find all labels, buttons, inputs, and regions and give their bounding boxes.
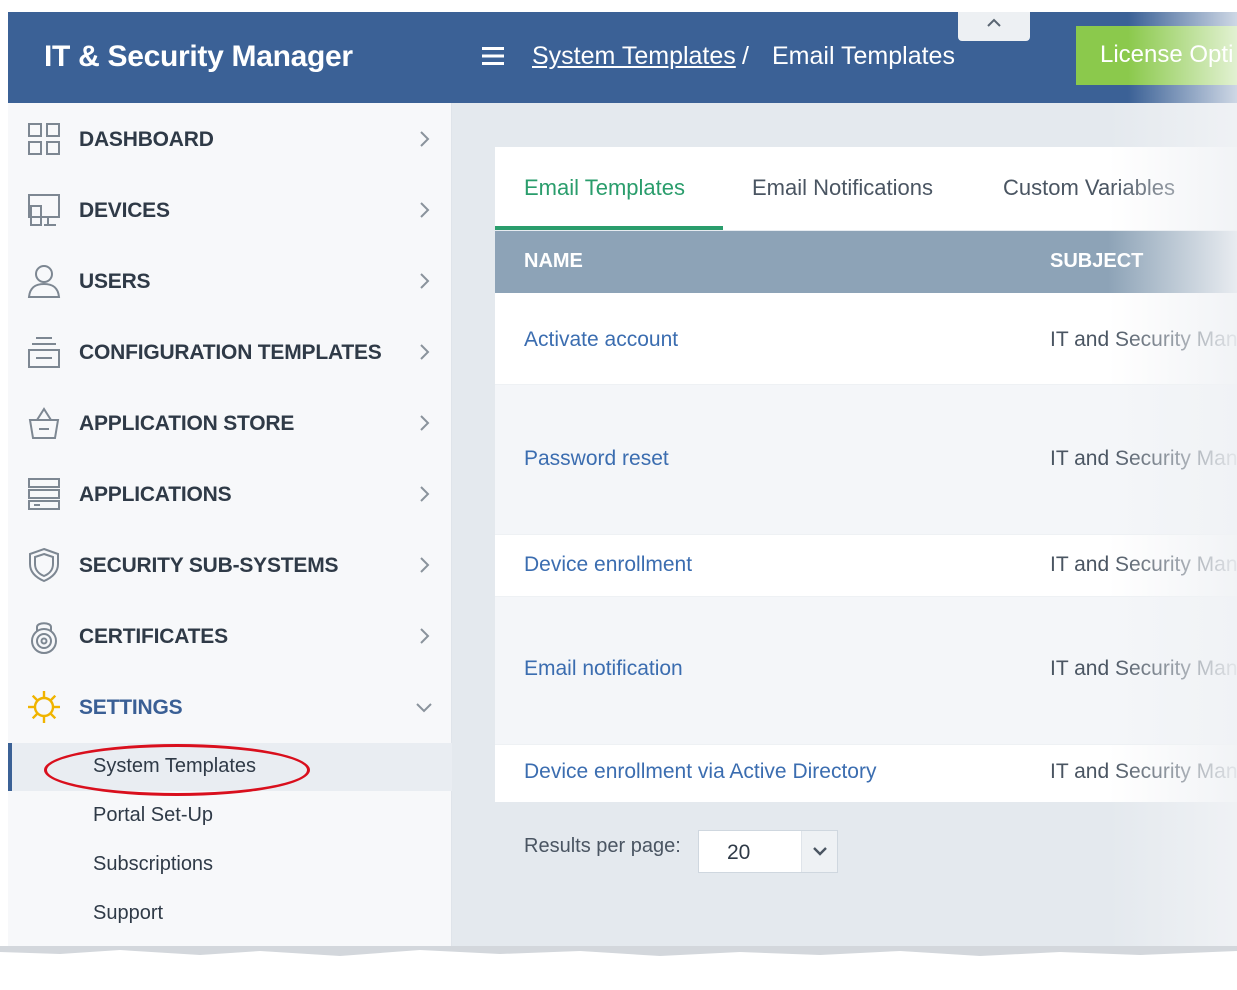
submenu-system-templates[interactable]: System Templates xyxy=(93,755,256,778)
chevron-right-icon xyxy=(420,344,430,360)
sidebar-item-applications[interactable]: APPLICATIONS xyxy=(8,458,452,529)
devices-icon xyxy=(28,194,60,226)
sidebar-item-configuration-templates[interactable]: CONFIGURATION TEMPLATES xyxy=(8,316,452,387)
template-link-activate-account[interactable]: Activate account xyxy=(524,328,678,352)
chevron-down-icon xyxy=(416,703,432,713)
submenu-subscriptions[interactable]: Subscriptions xyxy=(93,853,213,876)
breadcrumb-current: Email Templates xyxy=(772,42,955,70)
table-row: Email notification IT and Security Man xyxy=(495,597,1237,745)
breadcrumb-system-templates[interactable]: System Templates xyxy=(532,42,736,71)
sidebar-item-security-sub-systems[interactable]: SECURITY SUB-SYSTEMS xyxy=(8,529,452,600)
table-row: Activate account IT and Security Man xyxy=(495,293,1237,385)
tab-email-templates[interactable]: Email Templates xyxy=(524,175,685,201)
email-templates-card: Email Templates Email Notifications Cust… xyxy=(495,147,1237,802)
results-per-page-label: Results per page: xyxy=(524,835,681,857)
torn-edge-decoration xyxy=(0,946,1237,990)
template-link-device-enrollment-ad[interactable]: Device enrollment via Active Directory xyxy=(524,760,876,784)
template-link-device-enrollment[interactable]: Device enrollment xyxy=(524,553,692,577)
submenu-support[interactable]: Support xyxy=(93,902,163,925)
chevron-right-icon xyxy=(420,415,430,431)
template-link-email-notification[interactable]: Email notification xyxy=(524,657,683,681)
tab-bar: Email Templates Email Notifications Cust… xyxy=(495,147,1237,231)
chevron-down-icon xyxy=(813,847,827,856)
applications-icon xyxy=(28,478,60,510)
certificate-lock-icon xyxy=(31,622,57,654)
license-options-button[interactable]: License Opti xyxy=(1076,26,1237,85)
results-per-page-value: 20 xyxy=(727,841,751,864)
chevron-right-icon xyxy=(420,557,430,573)
sidebar-label-security-sub-systems: SECURITY SUB-SYSTEMS xyxy=(79,554,339,577)
store-basket-icon xyxy=(28,407,60,439)
template-subject: IT and Security Man xyxy=(1050,553,1237,576)
app-frame: IT & Security Manager System Templates /… xyxy=(8,12,1237,962)
sidebar-item-users[interactable]: USERS xyxy=(8,245,452,316)
sidebar-label-devices: DEVICES xyxy=(79,199,170,222)
template-subject: IT and Security Man xyxy=(1050,447,1237,470)
sidebar-label-certificates: CERTIFICATES xyxy=(79,625,228,648)
sidebar-item-certificates[interactable]: CERTIFICATES xyxy=(8,600,452,671)
results-per-page-select[interactable]: 20 xyxy=(698,830,838,873)
sidebar-item-settings[interactable]: SETTINGS xyxy=(8,671,452,742)
tab-custom-variables[interactable]: Custom Variables xyxy=(1003,175,1175,201)
dropdown-toggle[interactable] xyxy=(801,831,837,872)
tab-email-notifications[interactable]: Email Notifications xyxy=(752,175,933,201)
column-header-subject[interactable]: SUBJECT xyxy=(1050,250,1143,273)
sidebar-label-configuration-templates: CONFIGURATION TEMPLATES xyxy=(79,341,382,364)
user-icon xyxy=(27,265,61,298)
sidebar-item-application-store[interactable]: APPLICATION STORE xyxy=(8,387,452,458)
breadcrumb-separator: / xyxy=(742,42,749,70)
hamburger-menu-icon[interactable] xyxy=(482,46,506,66)
chevron-right-icon xyxy=(420,486,430,502)
chevron-right-icon xyxy=(420,202,430,218)
table-row: Device enrollment via Active Directory I… xyxy=(495,745,1237,802)
submenu-portal-setup[interactable]: Portal Set-Up xyxy=(93,804,213,827)
dashboard-icon xyxy=(28,123,60,155)
shield-icon xyxy=(29,547,59,583)
app-title: IT & Security Manager xyxy=(44,40,353,73)
template-link-password-reset[interactable]: Password reset xyxy=(524,447,669,471)
template-subject: IT and Security Man xyxy=(1050,657,1237,680)
collapse-header-button[interactable] xyxy=(958,12,1030,41)
template-subject: IT and Security Man xyxy=(1050,760,1237,783)
sidebar-item-devices[interactable]: DEVICES xyxy=(8,174,452,245)
sidebar-label-applications: APPLICATIONS xyxy=(79,483,232,506)
sidebar: DASHBOARD DEVICES USERS CONFIGURATION TE… xyxy=(8,103,452,962)
chevron-up-icon xyxy=(987,18,1001,27)
table-row: Device enrollment IT and Security Man xyxy=(495,535,1237,597)
gear-icon xyxy=(28,691,60,723)
sidebar-label-dashboard: DASHBOARD xyxy=(79,128,214,151)
brand-bar: IT & Security Manager xyxy=(8,12,452,103)
sidebar-label-settings: SETTINGS xyxy=(79,696,183,719)
table-row: Password reset IT and Security Man xyxy=(495,385,1237,535)
chevron-right-icon xyxy=(420,628,430,644)
chevron-right-icon xyxy=(420,131,430,147)
sidebar-item-dashboard[interactable]: DASHBOARD xyxy=(8,103,452,174)
sidebar-label-users: USERS xyxy=(79,270,151,293)
template-subject: IT and Security Man xyxy=(1050,328,1237,351)
configuration-templates-icon xyxy=(28,337,60,368)
chevron-right-icon xyxy=(420,273,430,289)
column-header-name[interactable]: NAME xyxy=(524,250,583,273)
top-header: System Templates / Email Templates Licen… xyxy=(452,12,1237,103)
table-header: NAME SUBJECT xyxy=(495,231,1237,293)
sidebar-label-application-store: APPLICATION STORE xyxy=(79,412,295,435)
active-tab-indicator xyxy=(495,226,723,230)
